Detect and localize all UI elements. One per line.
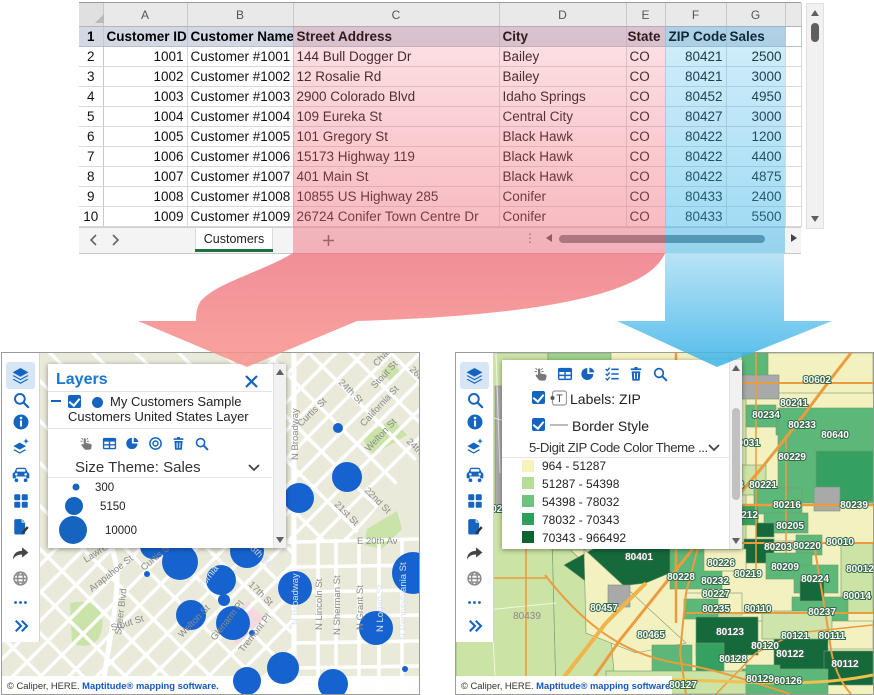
svg-text:80232: 80232 (701, 576, 729, 587)
svg-text:80123: 80123 (716, 627, 744, 638)
svg-text:80127: 80127 (669, 680, 697, 691)
svg-text:80205: 80205 (776, 521, 804, 532)
svg-text:N Grant St: N Grant St (355, 585, 366, 630)
svg-text:N Broadway: N Broadway (290, 573, 301, 625)
svg-text:80234: 80234 (752, 410, 780, 421)
svg-text:80602: 80602 (803, 375, 831, 386)
svg-text:80120: 80120 (751, 641, 779, 652)
svg-text:300: 300 (95, 482, 114, 494)
svg-text:80229: 80229 (778, 452, 806, 463)
svg-text:80237: 80237 (808, 607, 836, 618)
svg-text:80111: 80111 (819, 631, 846, 642)
svg-text:80233: 80233 (788, 420, 816, 431)
svg-text:© Caliper, HERE. Maptitude® ma: © Caliper, HERE. Maptitude® mapping soft… (461, 680, 673, 691)
svg-text:80216: 80216 (773, 500, 801, 511)
svg-text:80228: 80228 (667, 572, 695, 583)
svg-text:70343 - 966492: 70343 - 966492 (542, 531, 626, 545)
svg-text:80209: 80209 (771, 562, 799, 573)
svg-text:54398 - 78032: 54398 - 78032 (542, 495, 620, 509)
svg-text:80227: 80227 (702, 589, 730, 600)
svg-text:80226: 80226 (707, 558, 735, 569)
svg-text:964 - 51287: 964 - 51287 (542, 459, 606, 473)
svg-text:80239: 80239 (840, 500, 868, 511)
svg-text:80128: 80128 (719, 654, 747, 665)
svg-text:10000: 10000 (105, 525, 137, 537)
svg-text:80014: 80014 (843, 591, 871, 602)
svg-text:80203: 80203 (764, 542, 792, 553)
svg-text:80241: 80241 (780, 398, 808, 409)
svg-text:80219: 80219 (734, 569, 762, 580)
svg-text:80126: 80126 (774, 676, 802, 687)
svg-text:80112: 80112 (831, 659, 859, 670)
svg-text:80224: 80224 (801, 574, 829, 585)
svg-text:© Caliper, HERE. Maptitude® ma: © Caliper, HERE. Maptitude® mapping soft… (7, 680, 219, 691)
svg-text:E 20th Av: E 20th Av (357, 536, 398, 547)
svg-text:N Lincoln St: N Lincoln St (314, 578, 325, 630)
svg-text:80640: 80640 (821, 430, 849, 441)
svg-text:80401: 80401 (625, 552, 653, 563)
svg-text:78032 - 70343: 78032 - 70343 (542, 513, 620, 527)
svg-text:5150: 5150 (100, 501, 126, 513)
svg-text:80129: 80129 (746, 674, 774, 685)
svg-text:80439: 80439 (513, 611, 541, 622)
svg-text:51287 - 54398: 51287 - 54398 (542, 477, 620, 491)
svg-text:N Sherman St: N Sherman St (332, 575, 343, 635)
svg-text:N Broadway: N Broadway (290, 408, 301, 460)
svg-text:80010: 80010 (826, 537, 854, 548)
svg-text:N Logan St: N Logan St (375, 584, 386, 632)
svg-text:80012: 80012 (846, 564, 873, 575)
svg-text:T: T (556, 393, 563, 405)
svg-text:N Pennsylvania St: N Pennsylvania St (398, 562, 409, 640)
svg-text:80121: 80121 (781, 631, 809, 642)
svg-text:80220: 80220 (793, 541, 821, 552)
svg-text:80221: 80221 (749, 480, 777, 491)
svg-text:80457: 80457 (590, 603, 618, 614)
svg-text:80235: 80235 (702, 604, 730, 615)
svg-text:80465: 80465 (637, 630, 665, 641)
svg-text:80122: 80122 (776, 649, 804, 660)
svg-text:80110: 80110 (744, 604, 772, 615)
